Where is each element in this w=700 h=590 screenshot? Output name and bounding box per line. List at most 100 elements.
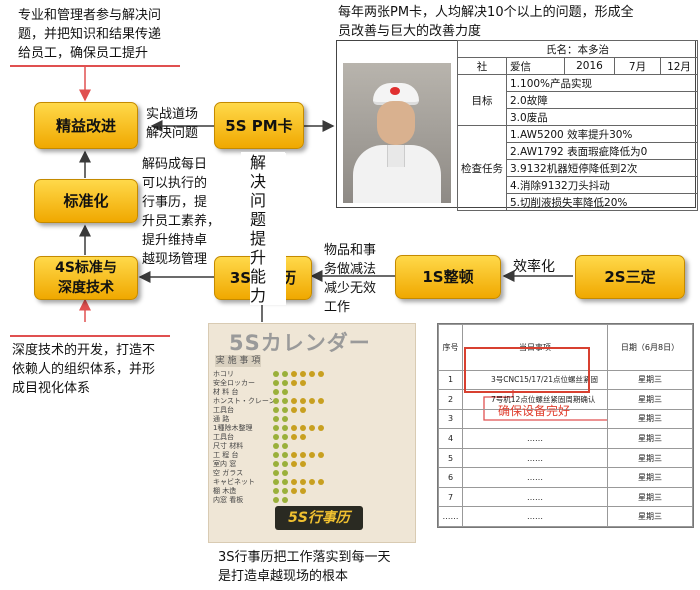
label-line: 解码成每日	[142, 157, 208, 172]
calendar-dot	[318, 452, 324, 458]
pm-card-table: 氏名：本多治 社 爱信 2016 7月 12月 目标 1.100%产品实现 2.…	[457, 40, 698, 211]
label-line: 实战道场	[146, 107, 199, 122]
calendar-dot	[273, 443, 279, 449]
task-row: 5…… 星期三	[438, 447, 693, 469]
calendar-dot	[273, 497, 279, 503]
note-line: 专业和管理者参与解决问	[18, 8, 162, 23]
calendar-dot	[309, 425, 315, 431]
label-line: 升员工素养，	[142, 214, 221, 229]
calendar-dot	[300, 380, 306, 386]
task-item: ……	[462, 506, 608, 527]
task-day: 星期三	[607, 486, 693, 508]
box-2s-set: 2S三定	[575, 255, 685, 299]
box-standardization: 标准化	[34, 179, 138, 223]
pm-goal: 3.0废品	[506, 108, 698, 126]
label-3s-to-std: 解码成每日 可以执行的 行事历，提 升员工素养， 提升维持卓 越现场管理	[142, 155, 220, 269]
note-line: 3S行事历把工作落实到每一天	[218, 550, 391, 565]
task-item: ……	[462, 428, 608, 449]
note-line: 员改善与巨大的改善力度	[338, 24, 482, 39]
calendar-dot	[300, 407, 306, 413]
label-line: 行事历，提	[142, 195, 208, 210]
task-index: 3	[438, 408, 463, 430]
label-1s-to-3s: 物品和事 务做减法 减少无效 工作	[324, 241, 376, 317]
calendar-dot	[282, 461, 288, 467]
calendar-dot	[309, 371, 315, 377]
calendar-dot	[282, 479, 288, 485]
calendar-dot	[273, 479, 279, 485]
calendar-dot	[291, 479, 297, 485]
task-header: 日期（6月8日）	[607, 324, 693, 371]
note-line: 给员工，确保员工提升	[18, 46, 149, 61]
task-row: 7…… 星期三	[438, 486, 693, 508]
calendar-dot	[282, 425, 288, 431]
label-char: 决	[250, 172, 267, 191]
calendar-dot	[282, 398, 288, 404]
pm-task: 5.切削液损失率降低20%	[506, 193, 698, 211]
note-underline	[10, 335, 170, 337]
task-row: 4…… 星期三	[438, 428, 693, 449]
calendar-dot	[273, 398, 279, 404]
task-index: 7	[438, 486, 463, 508]
task-index: 2	[438, 389, 463, 410]
calendar-dot	[309, 398, 315, 404]
note-line: 是打造卓越现场的根本	[218, 569, 349, 584]
label-line: 可以执行的	[142, 176, 208, 191]
calendar-row: 内窓 看板	[213, 496, 413, 505]
face-shape	[377, 101, 415, 145]
calendar-dot	[282, 407, 288, 413]
pm-dept: 社	[457, 57, 507, 75]
calendar-row: 工具台	[213, 406, 413, 415]
note-line: 成目视化体系	[12, 381, 91, 396]
calendar-dot	[291, 380, 297, 386]
calendar-dot	[291, 461, 297, 467]
calendar-dot	[282, 443, 288, 449]
pm-task: 3.9132机器短停降低到2次	[506, 159, 698, 177]
task-row: 6…… 星期三	[438, 467, 693, 488]
highlight-box	[464, 347, 590, 393]
calendar-dot	[300, 425, 306, 431]
label-line: 解决问题	[146, 126, 199, 141]
label-line: 提升维持卓	[142, 233, 208, 248]
note-line: 每年两张PM卡，人均解决10个以上的问题，形成全	[338, 5, 634, 20]
task-index: 1	[438, 369, 463, 391]
calendar-row: 工 程 台	[213, 451, 413, 460]
calendar-photo: 5Sカレンダー 実 施 事 項 ホコリ 安全ロッカー材 料 台ホンスト・クレーン工…	[208, 323, 416, 543]
calendar-dot	[282, 470, 288, 476]
calendar-dot	[300, 371, 306, 377]
calendar-dot	[273, 407, 279, 413]
calendar-dot	[318, 425, 324, 431]
calendar-banner: 5S行事历	[275, 506, 363, 530]
task-item: ……	[462, 486, 608, 508]
box-1s-sort: 1S整顿	[395, 255, 501, 299]
calendar-dot	[282, 389, 288, 395]
calendar-dot	[300, 398, 306, 404]
calendar-dot	[273, 488, 279, 494]
annotation-text: 确保设备完好	[498, 404, 571, 418]
box-5s-pm-card: 5S PM卡	[214, 102, 304, 149]
calendar-dot	[300, 479, 306, 485]
calendar-dot	[273, 416, 279, 422]
calendar-dot	[273, 461, 279, 467]
calendar-header: 実 施 事 項	[215, 355, 261, 367]
label-char: 力	[250, 286, 267, 305]
calendar-dot	[273, 380, 279, 386]
collar-shape	[387, 145, 405, 167]
calendar-dot	[282, 380, 288, 386]
calendar-dot	[318, 371, 324, 377]
calendar-dot	[273, 470, 279, 476]
task-index: 4	[438, 428, 463, 449]
calendar-rows: ホコリ 安全ロッカー材 料 台ホンスト・クレーン 工具台通 路 1種除木整理 工具台 尺寸…	[213, 370, 413, 505]
label-char: 题	[250, 210, 267, 229]
label-char: 升	[250, 248, 267, 267]
task-row: ………… 星期三	[438, 506, 693, 527]
calendar-row: 安全ロッカー	[213, 379, 413, 388]
calendar-dot	[273, 434, 279, 440]
calendar-row: 尺寸 材料	[213, 442, 413, 451]
calendar-row: キャビネット	[213, 478, 413, 487]
task-day: 星期三	[607, 408, 693, 430]
calendar-dot	[318, 479, 324, 485]
label-line: 物品和事	[324, 243, 377, 258]
calendar-dot	[291, 371, 297, 377]
note-top-right: 每年两张PM卡，人均解决10个以上的问题，形成全 员改善与巨大的改善力度	[338, 3, 698, 41]
cap-logo	[390, 87, 400, 95]
